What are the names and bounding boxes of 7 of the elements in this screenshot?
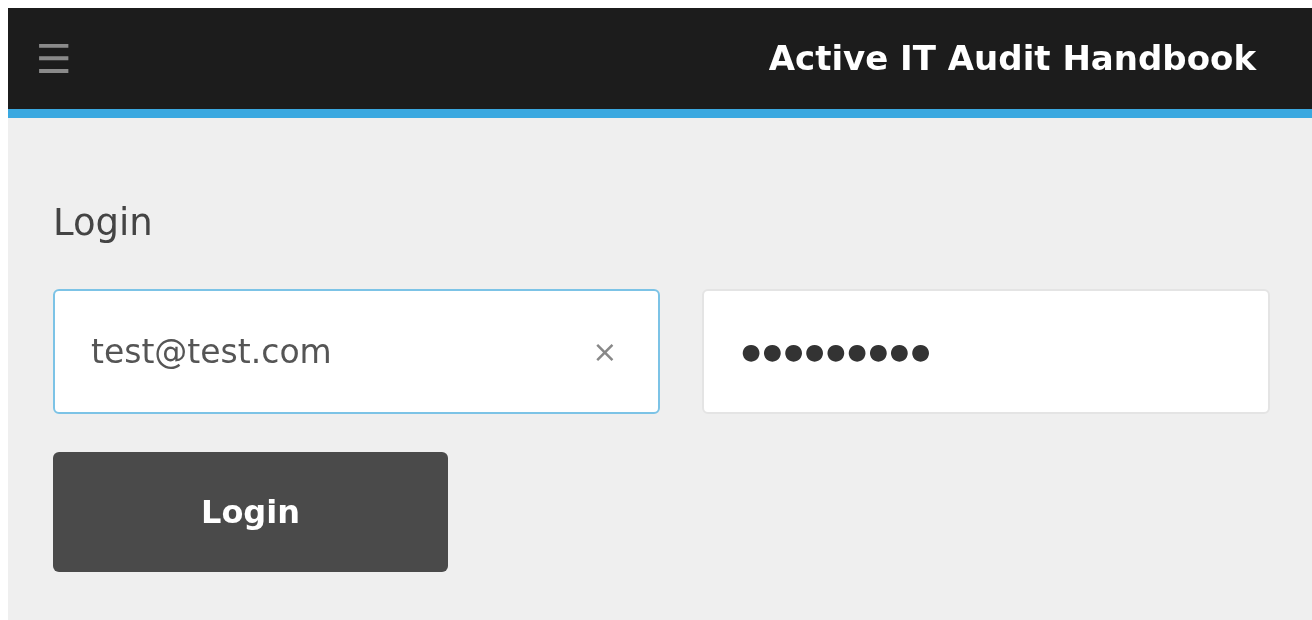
password-field[interactable]: ●●●●●●●●●: [701, 289, 1270, 414]
email-field[interactable]: test@test.com ×: [53, 289, 660, 414]
login-button[interactable]: Login: [53, 452, 448, 572]
password-dots: ●●●●●●●●●: [741, 338, 933, 366]
email-value: test@test.com: [91, 330, 333, 373]
login-heading: Login: [53, 204, 154, 241]
app-title: Active IT Audit Handbook: [768, 37, 1256, 80]
